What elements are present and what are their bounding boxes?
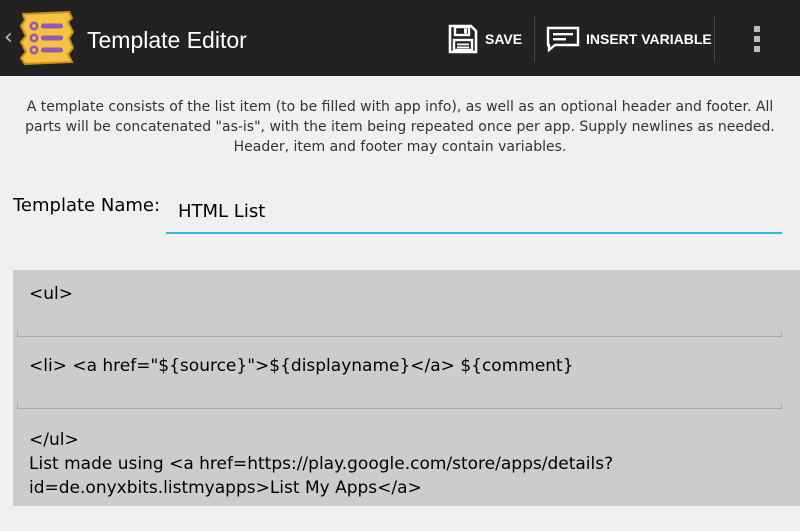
template-description: A template consists of the list item (to… [25, 99, 775, 155]
field-underline-tick [17, 331, 18, 337]
action-divider [714, 16, 715, 62]
item-text: <li> <a href="${source}">${displayname}<… [29, 356, 574, 376]
action-bar: ‹ Template Editor SAVE INSERT VARIABLE [0, 0, 800, 76]
insert-variable-button[interactable]: INSERT VARIABLE [546, 18, 712, 60]
template-name-label: Template Name: [13, 195, 161, 216]
overflow-menu-icon[interactable] [741, 20, 773, 58]
app-title: Template Editor [87, 27, 247, 53]
template-sections: <ul> <li> <a href="${source}">${displayn… [13, 270, 800, 506]
save-label: SAVE [485, 31, 523, 47]
notepad-list-icon[interactable] [17, 8, 77, 68]
up-navigation-icon[interactable]: ‹ [4, 24, 13, 52]
action-divider [534, 16, 535, 62]
field-underline-tick [781, 403, 782, 409]
overflow-dot [754, 46, 760, 52]
floppy-disk-icon [448, 24, 478, 54]
overflow-dot [754, 36, 760, 42]
field-underline [17, 336, 782, 337]
field-underline-tick [17, 403, 18, 409]
field-underline [17, 408, 782, 409]
overflow-dot [754, 26, 760, 32]
save-button[interactable]: SAVE [447, 18, 522, 60]
footer-field[interactable]: </ul> List made using <a href=https://pl… [17, 428, 796, 508]
template-name-input[interactable] [166, 197, 782, 234]
item-field[interactable]: <li> <a href="${source}">${displayname}<… [17, 354, 796, 414]
insert-variable-label: INSERT VARIABLE [586, 31, 712, 47]
header-field[interactable]: <ul> [17, 282, 796, 342]
header-text: <ul> [29, 284, 73, 304]
footer-text: </ul> List made using <a href=https://pl… [29, 430, 614, 498]
field-underline-tick [781, 331, 782, 337]
comment-box-icon [546, 26, 580, 52]
